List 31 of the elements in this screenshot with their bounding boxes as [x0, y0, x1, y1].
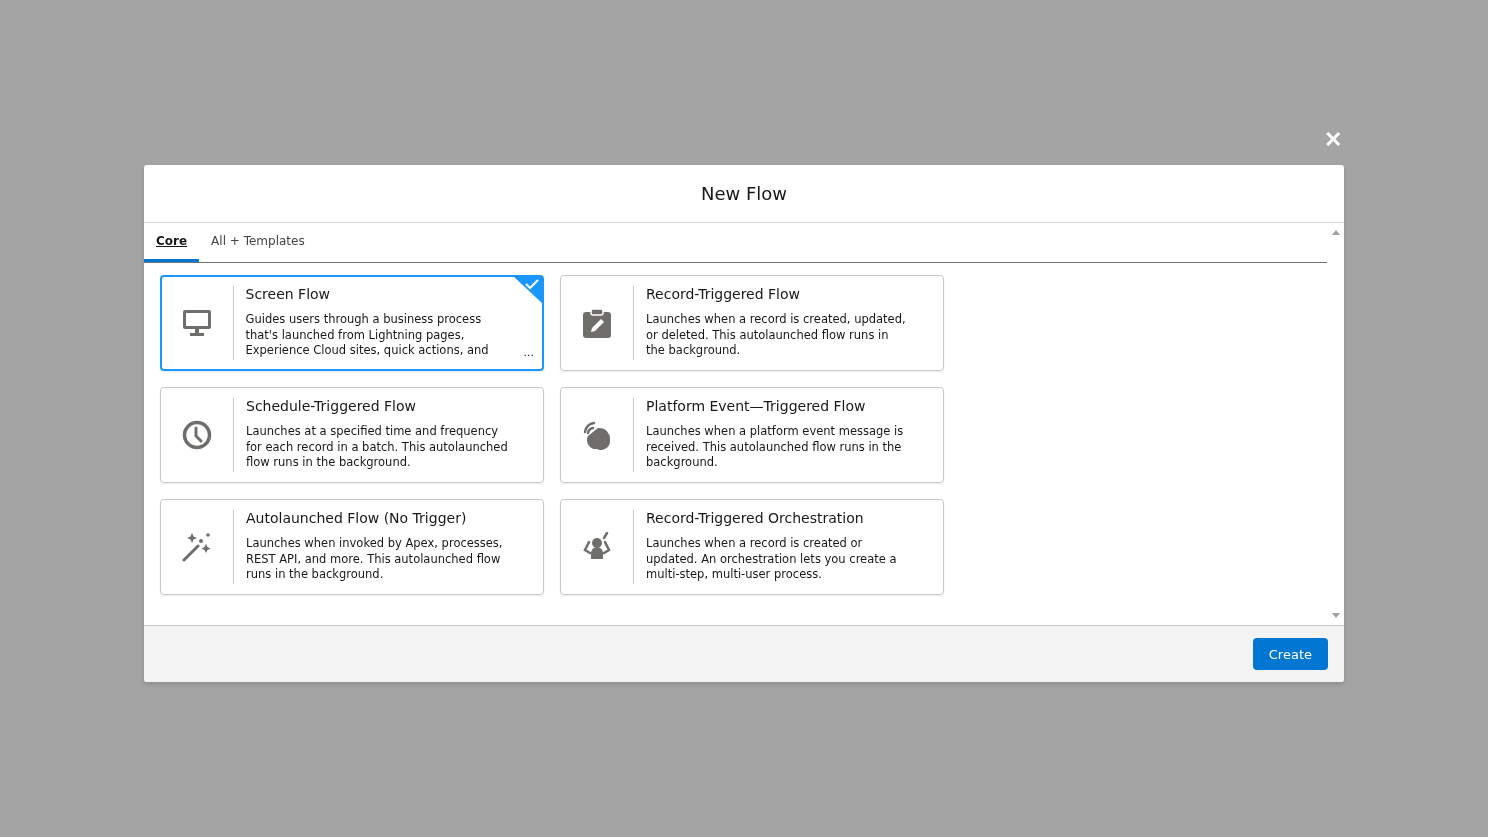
flow-type-description: Guides users through a business process that's launched from Lightning pages, Experience Cloud sites, quick actions, and — [245, 312, 490, 359]
clipboard-pencil-icon — [582, 308, 612, 338]
monitor-icon — [182, 308, 213, 338]
checkmark-icon — [513, 276, 543, 304]
magic-wand-icon — [182, 532, 212, 562]
flow-type-card[interactable]: Platform Event—Triggered Flow Launches when a platform event message is received. This autolaunched flow runs in the background. — [560, 387, 944, 483]
dialog-title: New Flow — [700, 183, 788, 204]
flow-type-title: Record-Triggered Flow — [646, 286, 802, 302]
flow-type-card[interactable]: Screen Flow Guides users through a business process that's launched from Lightning pages, Experience Cloud sites, quick actions, and ... — [160, 275, 544, 371]
clock-icon — [182, 420, 212, 450]
scroll-down-icon[interactable] — [1331, 613, 1340, 619]
flow-type-description: Launches at a specified time and frequency for each record in a batch. This autolaunched flow runs in the background. — [246, 424, 508, 471]
flow-type-title: Schedule-Triggered Flow — [246, 398, 417, 414]
flow-type-title: Autolaunched Flow (No Trigger) — [246, 510, 468, 526]
flow-type-title: Platform Event—Triggered Flow — [646, 398, 867, 414]
flow-type-card[interactable]: Autolaunched Flow (No Trigger) Launches when invoked by Apex, processes, REST API, and more. This autolaunched flow runs in the background. — [160, 499, 544, 595]
flow-type-card[interactable]: Record-Triggered Orchestration Launches when a record is created or updated. An orchestration lets you create a multi-step, multi-user process. — [560, 499, 944, 595]
flow-type-card[interactable]: Record-Triggered Flow Launches when a record is created, updated, or deleted. This autolaunched flow runs in the background. — [560, 275, 944, 371]
tab[interactable]: Core — [144, 223, 200, 262]
flow-type-card[interactable]: Schedule-Triggered Flow Launches at a specified time and frequency for each record in a batch. This autolaunched flow runs in the background. — [160, 387, 544, 483]
tab[interactable]: All + Templates — [199, 223, 317, 262]
flow-type-description: Launches when a platform event message is received. This autolaunched flow runs in the background. — [646, 424, 905, 471]
flow-type-description: Launches when a record is created or updated. An orchestration lets you create a multi-step, multi-user process. — [646, 536, 898, 583]
person-conducting-icon — [582, 532, 612, 562]
flow-type-description: Launches when invoked by Apex, processes, REST API, and more. This autolaunched flow runs in the background. — [246, 536, 504, 583]
create-button[interactable]: Create — [1252, 638, 1328, 670]
flow-type-description: Launches when a record is created, updated, or deleted. This autolaunched flow runs in the background. — [646, 312, 907, 359]
flow-type-title: Record-Triggered Orchestration — [646, 510, 865, 526]
flow-type-title: Screen Flow — [245, 286, 332, 302]
scroll-up-icon[interactable] — [1331, 229, 1340, 235]
more-text: ... — [523, 345, 534, 359]
